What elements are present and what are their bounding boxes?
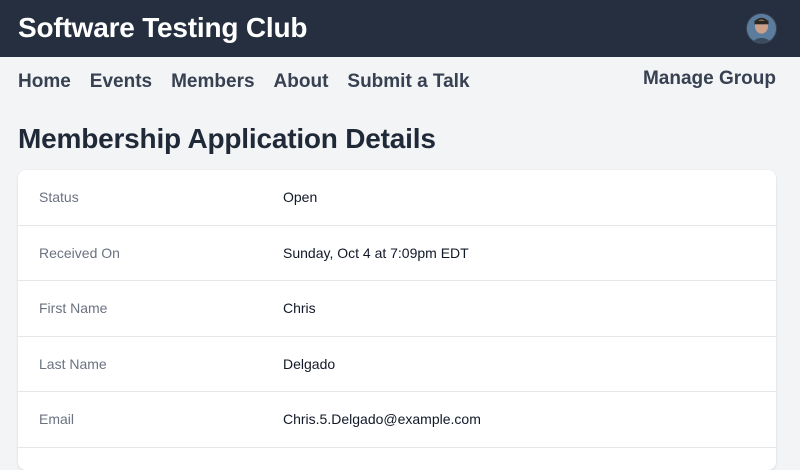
detail-value: Open [283, 189, 318, 206]
detail-row-first-name: First Name Chris [18, 281, 776, 337]
nav-submit-talk-link[interactable]: Submit a Talk [347, 71, 469, 97]
detail-label: Status [39, 189, 79, 206]
detail-row-email: Email Chris.5.Delgado@example.com [18, 392, 776, 448]
detail-value: Chris [283, 300, 316, 317]
nav-home-link[interactable]: Home [18, 71, 71, 97]
detail-label: Last Name [39, 355, 107, 372]
detail-value: Sunday, Oct 4 at 7:09pm EDT [283, 244, 469, 261]
brand-title-link[interactable]: Software Testing Club [18, 12, 307, 44]
detail-label: First Name [39, 300, 108, 317]
top-header-bar: Software Testing Club [0, 0, 800, 57]
user-avatar-icon[interactable] [746, 13, 777, 44]
avatar-photo-icon [747, 14, 776, 43]
detail-value: Chris.5.Delgado@example.com [283, 411, 481, 428]
detail-row-last-name: Last Name Delgado [18, 337, 776, 392]
manage-group-link[interactable]: Manage Group [643, 68, 776, 90]
detail-label: Received On [39, 244, 120, 261]
page-title: Membership Application Details [18, 123, 436, 154]
detail-value: Delgado [283, 355, 336, 372]
nav-about-link[interactable]: About [274, 71, 329, 97]
detail-label: Email [39, 411, 75, 428]
nav-members-link[interactable]: Members [171, 71, 254, 97]
detail-row-status: Status Open [18, 170, 776, 226]
detail-row-received-on: Received On Sunday, Oct 4 at 7:09pm EDT [18, 226, 776, 281]
main-nav: Home Events Members About Submit a Talk [18, 71, 470, 97]
nav-events-link[interactable]: Events [90, 71, 152, 97]
application-details-card: Status Open Received On Sunday, Oct 4 at… [18, 170, 776, 470]
